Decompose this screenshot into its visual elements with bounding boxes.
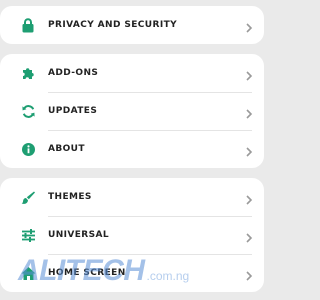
sliders-icon (20, 227, 36, 243)
chevron-right-icon (244, 191, 254, 205)
chevron-right-icon (244, 267, 254, 281)
chevron-right-icon (244, 143, 254, 157)
settings-item-label: Universal (48, 230, 110, 240)
settings-item-label: About (48, 144, 85, 154)
settings-item-label: Updates (48, 106, 98, 116)
puzzle-icon (20, 65, 36, 81)
settings-item-about[interactable]: About (0, 130, 264, 168)
info-icon (20, 141, 36, 157)
home-icon (20, 265, 36, 281)
chevron-right-icon (244, 105, 254, 119)
settings-item-label: Add-ons (48, 68, 99, 78)
settings-group-appearance: Themes Universal Home screen (0, 178, 264, 292)
settings-item-privacy-and-security[interactable]: Privacy and security (0, 6, 264, 44)
settings-item-label: Home screen (48, 268, 126, 278)
settings-item-home-screen[interactable]: Home screen (0, 254, 264, 292)
chevron-right-icon (244, 19, 254, 33)
settings-item-themes[interactable]: Themes (0, 178, 264, 216)
lock-icon (20, 17, 36, 33)
brush-icon (20, 189, 36, 205)
settings-group-security: Privacy and security (0, 6, 264, 44)
settings-item-label: Privacy and security (48, 20, 178, 30)
refresh-icon (20, 103, 36, 119)
chevron-right-icon (244, 67, 254, 81)
chevron-right-icon (244, 229, 254, 243)
settings-group-app: Add-ons Updates About (0, 54, 264, 168)
settings-item-universal[interactable]: Universal (0, 216, 264, 254)
settings-item-add-ons[interactable]: Add-ons (0, 54, 264, 92)
settings-item-label: Themes (48, 192, 92, 202)
settings-item-updates[interactable]: Updates (0, 92, 264, 130)
